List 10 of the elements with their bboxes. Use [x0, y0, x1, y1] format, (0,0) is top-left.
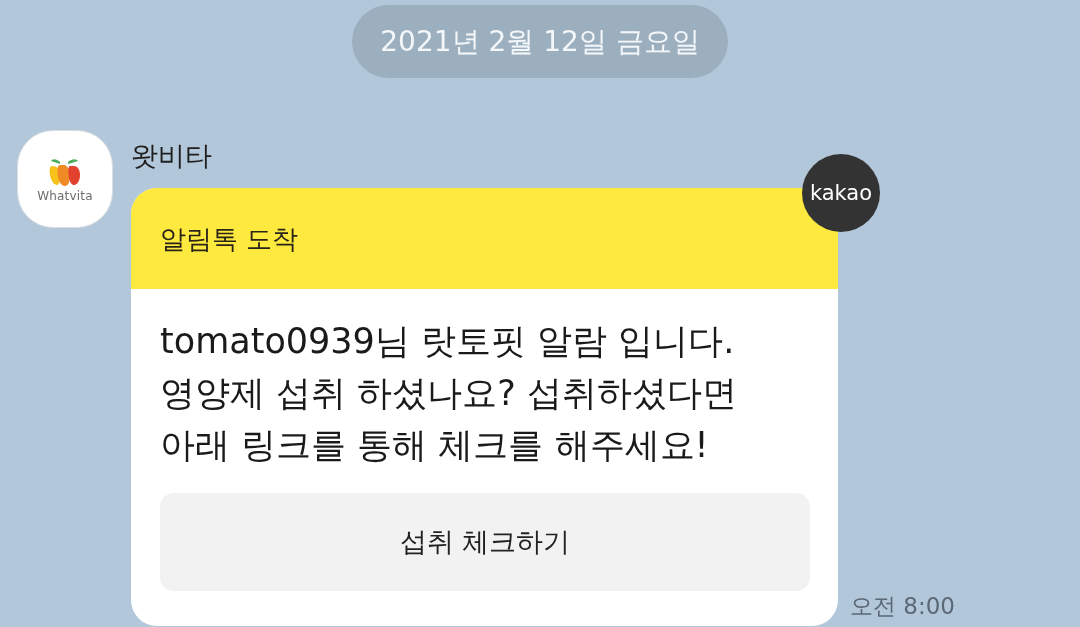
message-text: tomato0939님 랏토핏 알람 입니다. 영양제 섭취 하셨나요? 섭취하셨다면 아래 링크를 통해 체크를 해주세요!: [160, 320, 737, 467]
intake-check-button[interactable]: 섭취 체크하기: [160, 493, 810, 591]
peppers-icon: [48, 156, 82, 187]
profile-avatar[interactable]: Whatvita: [17, 130, 113, 228]
message-time: 오전 8:00: [850, 592, 955, 621]
sender-name: 왓비타: [131, 142, 212, 169]
kakao-badge: kakao: [802, 154, 880, 232]
logo-text: Whatvita: [37, 189, 93, 202]
date-divider: 2021년 2월 12일 금요일: [352, 5, 728, 78]
card-header-title: 알림톡 도착: [160, 225, 299, 252]
